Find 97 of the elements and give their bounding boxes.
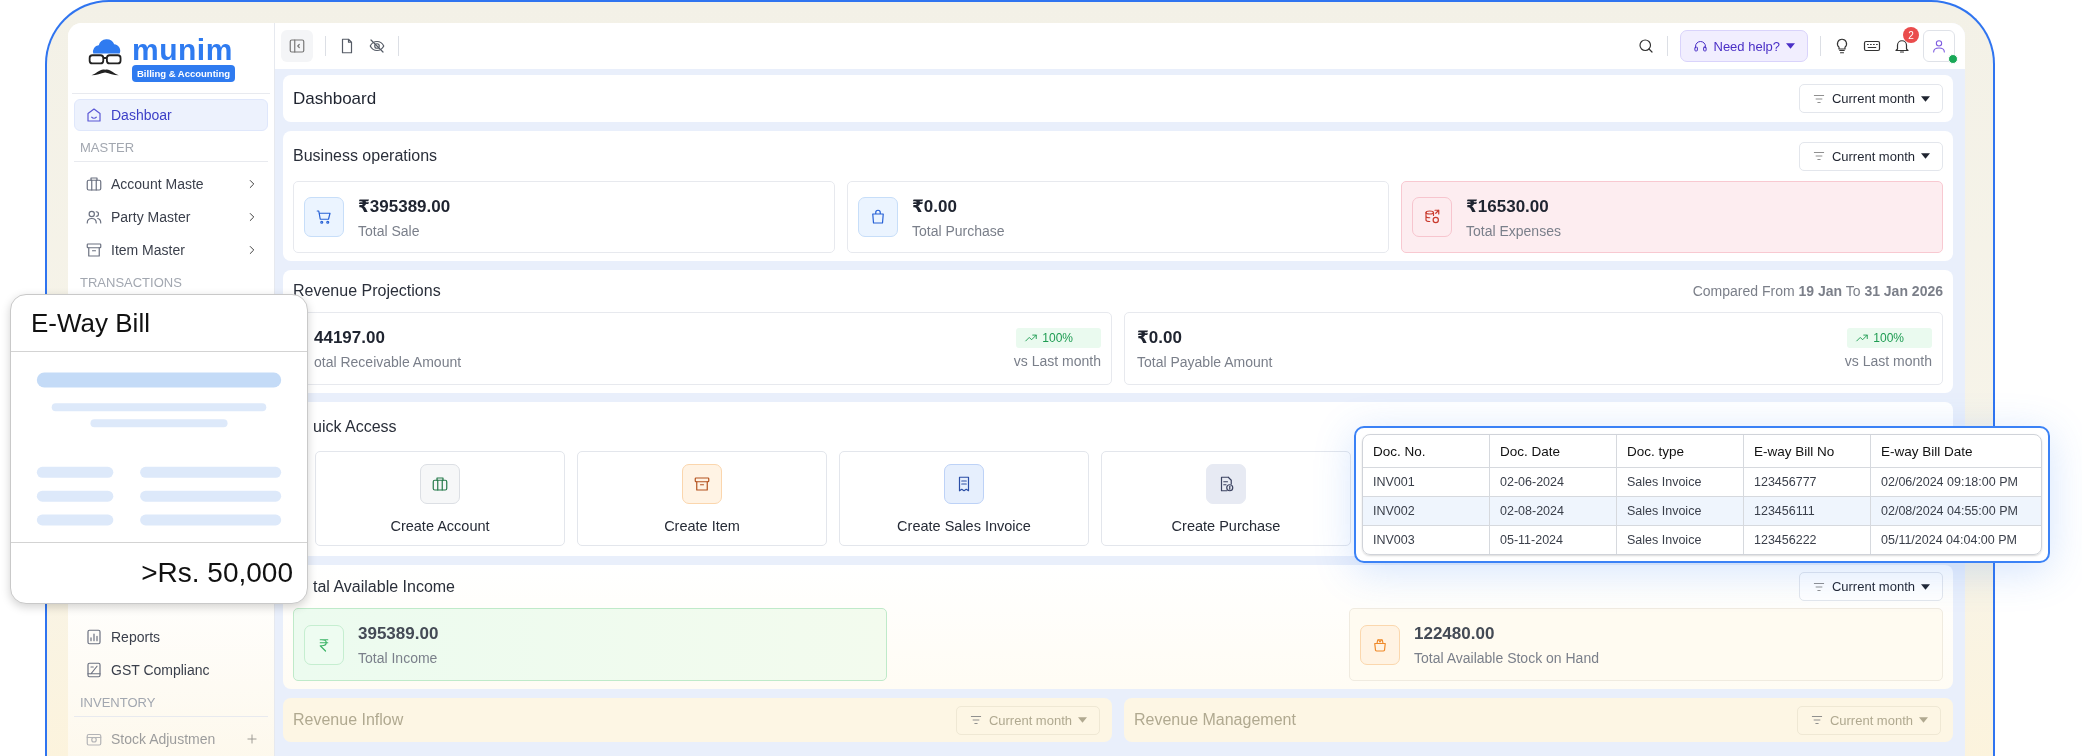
page-title: Dashboard — [293, 88, 377, 109]
caret-down-icon — [1921, 95, 1930, 102]
table-row[interactable]: INV003 05-11-2024 Sales Invoice 123456222 05/11/2024 04:04:00 PM — [1363, 526, 2041, 554]
section-title: Revenue Inflow — [293, 711, 404, 729]
archive-box-icon — [85, 241, 103, 259]
caret-down-icon — [1078, 717, 1087, 723]
table-cell: Sales Invoice — [1617, 497, 1744, 526]
logo-tagline: Billing & Accounting — [132, 64, 236, 82]
sidebar-item[interactable]: Item Master — [74, 234, 268, 266]
table-cell: 123456111 — [1744, 497, 1871, 526]
rupee-icon — [304, 624, 344, 665]
table-cell: 02-08-2024 — [1490, 497, 1617, 526]
stat-label: Total Sale — [358, 222, 421, 239]
caret-down-icon — [1919, 717, 1928, 723]
table-cell: INV002 — [1363, 497, 1490, 526]
notification-count-badge: 2 — [1903, 27, 1919, 43]
document-icon — [1206, 463, 1246, 504]
threshold-amount: >Rs. 50,000 — [11, 542, 307, 603]
sidebar-section-heading: INVENTORY — [74, 687, 268, 717]
table-row[interactable]: INV002 02-08-2024 Sales Invoice 123456111 02/08/2024 04:55:00 PM — [1363, 497, 2041, 526]
home-icon — [85, 106, 103, 124]
table-cell: 123456222 — [1744, 526, 1871, 554]
table-cell: 02/08/2024 04:55:00 PM — [1871, 497, 2041, 526]
table-cell: Sales Invoice — [1617, 526, 1744, 554]
headset-icon — [1692, 38, 1708, 54]
caret-down-icon — [1786, 43, 1795, 49]
archive-box-icon — [682, 463, 722, 504]
bar-chart-icon — [85, 628, 103, 646]
help-button[interactable]: Need help? — [1679, 30, 1808, 62]
change-badge: 100% — [1847, 328, 1932, 348]
eye-off-icon[interactable] — [368, 37, 386, 55]
quick-access-tile[interactable]: Create Account — [315, 451, 565, 546]
table-cell-text: 05/11/2024 04:04:00 PM — [1880, 532, 2018, 549]
projection-label: Total Payable Amount — [1137, 354, 1273, 370]
comparison-label: vs Last month — [1844, 353, 1932, 369]
period-filter-dropdown[interactable]: Current month — [1798, 141, 1943, 171]
income-amount: 122480.00 — [1414, 623, 1496, 644]
quick-access-tile[interactable]: Create Item — [577, 451, 827, 546]
caret-down-icon — [1921, 583, 1930, 590]
projection-amount: 44197.00 — [314, 327, 386, 348]
filter-icon — [1809, 713, 1824, 727]
income-amount: 395389.00 — [358, 623, 439, 644]
income-label: Total Available Stock on Hand — [1414, 649, 1599, 666]
comparison-period-text: Compared From 19 Jan To 31 Jan 2026 — [1692, 283, 1943, 299]
logo-wordmark: munim — [132, 34, 233, 65]
period-filter-dropdown[interactable]: Current month — [1798, 572, 1943, 601]
user-icon — [1931, 38, 1947, 54]
stat-label: Total Purchase — [912, 222, 1005, 239]
table-cell: 05-11-2024 — [1490, 526, 1617, 554]
quick-access-tile[interactable]: Create Sales Invoice — [839, 451, 1089, 546]
shopping-bag-icon — [858, 197, 898, 237]
projection-amount: ₹0.00 — [1137, 327, 1183, 348]
section-title: Revenue Management — [1134, 711, 1296, 729]
collapse-sidebar-button[interactable] — [281, 30, 313, 62]
sidebar-collapse-icon — [288, 37, 306, 55]
receipt-icon — [944, 463, 984, 504]
trend-up-icon — [1024, 331, 1039, 345]
search-icon[interactable] — [1636, 37, 1655, 55]
document-icon — [85, 661, 103, 679]
sidebar-item[interactable]: Account Maste — [74, 168, 268, 200]
cart-icon — [304, 197, 344, 237]
pot-icon — [1360, 624, 1400, 665]
caret-down-icon — [1921, 153, 1930, 159]
sidebar-item[interactable]: Reports — [74, 621, 268, 653]
sidebar-section-heading: MASTER — [74, 132, 268, 162]
sidebar-item[interactable]: GST Complianc — [74, 654, 268, 686]
column-header: Doc. Date — [1490, 435, 1617, 468]
user-avatar-button[interactable] — [1923, 30, 1955, 62]
section-title: Business operations — [293, 147, 438, 165]
card-title: E-Way Bill — [11, 295, 307, 352]
table-cell: INV003 — [1363, 526, 1490, 554]
stat-amount: ₹16530.00 — [1466, 195, 1550, 217]
comparison-label: vs Last month — [1013, 353, 1101, 369]
stat-amount: ₹395389.00 — [358, 195, 451, 217]
section-title: tal Available Income — [313, 577, 455, 596]
period-filter-dropdown[interactable]: Current month — [1798, 84, 1943, 113]
filter-icon — [1811, 149, 1826, 163]
income-label: Total Income — [358, 649, 439, 666]
stat-amount: ₹0.00 — [912, 195, 958, 217]
projection-label: otal Receivable Amount — [314, 353, 462, 370]
sidebar-item[interactable]: Dashboar — [74, 99, 268, 131]
notification-bell-icon[interactable] — [1893, 37, 1911, 55]
column-header: Doc. No. — [1363, 435, 1490, 468]
sidebar-item[interactable]: Party Master — [74, 201, 268, 233]
trend-up-icon — [1855, 331, 1870, 345]
briefcase-icon — [85, 175, 103, 193]
users-icon — [85, 208, 103, 226]
column-header: E-way Bill No — [1744, 435, 1871, 468]
quick-access-tile[interactable]: Create Purchase — [1101, 451, 1351, 546]
coins-icon — [1412, 197, 1452, 237]
column-header: E-way Bill Date — [1871, 435, 2041, 468]
filter-icon — [968, 713, 983, 727]
briefcase-icon — [420, 463, 460, 504]
change-badge: 100% — [1016, 328, 1101, 348]
stat-label: Total Expenses — [1466, 222, 1561, 239]
column-header: Doc. type — [1617, 435, 1744, 468]
section-title: uick Access — [313, 417, 397, 436]
